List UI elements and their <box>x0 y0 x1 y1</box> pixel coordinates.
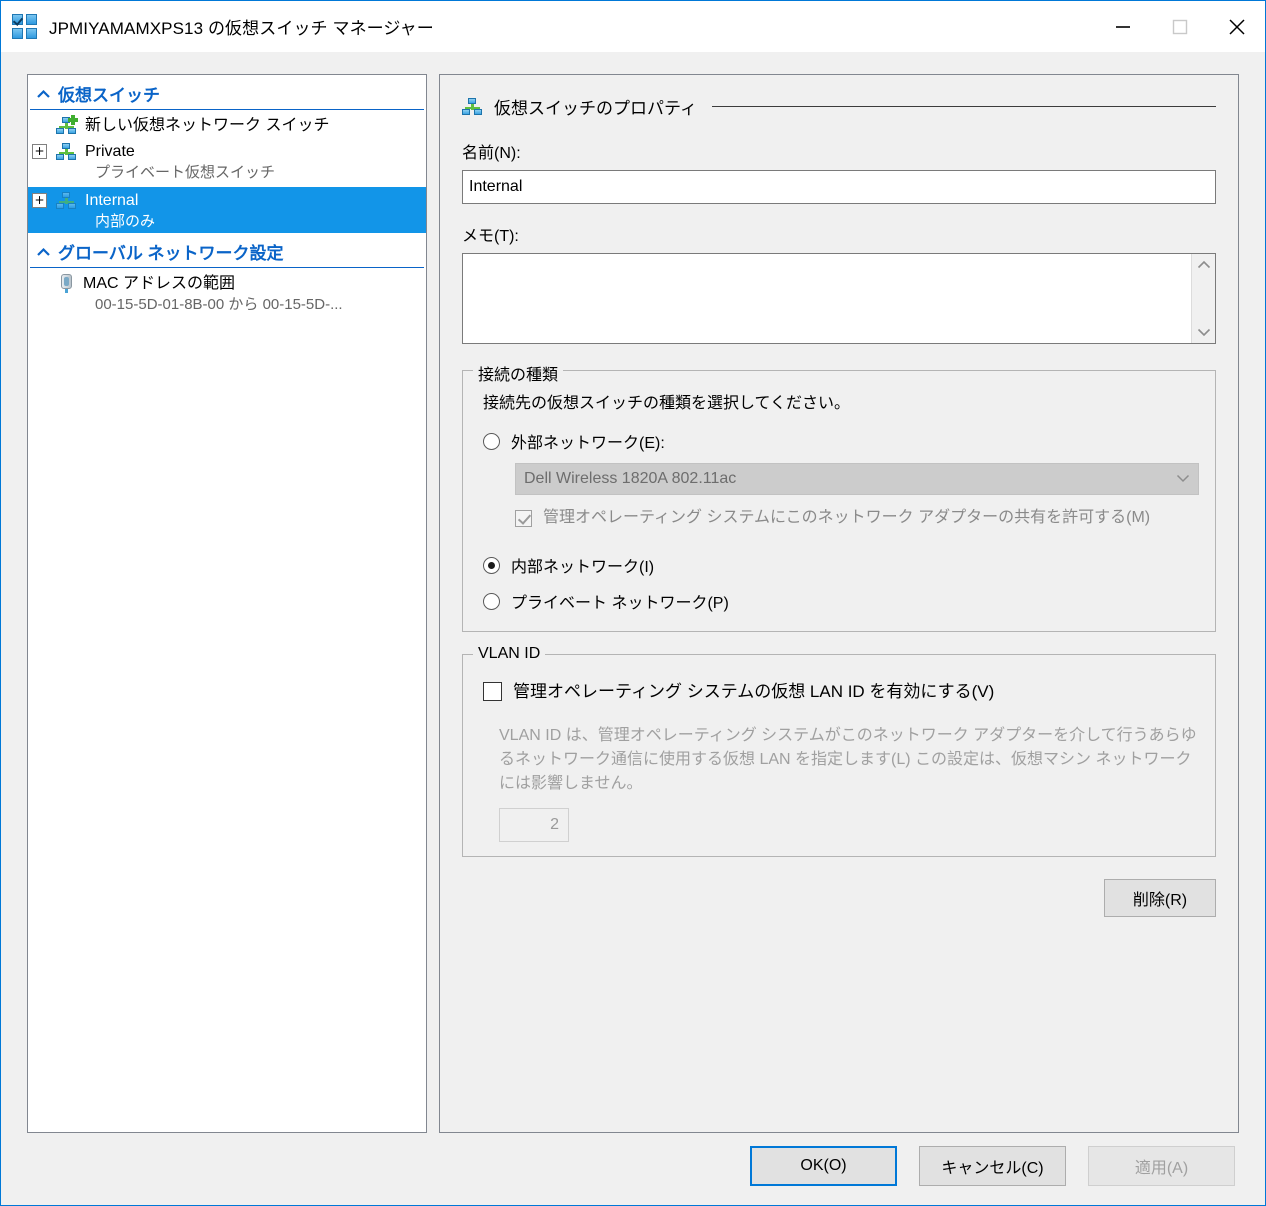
memo-textarea[interactable] <box>462 253 1216 344</box>
tree-section-header-global-network-settings[interactable]: グローバル ネットワーク設定 <box>30 236 424 268</box>
virtual-switch-icon <box>56 192 77 210</box>
virtual-switch-manager-window: JPMIYAMAMXPS13 の仮想スイッチ マネージャー 仮想スイッチ 新しい… <box>0 0 1266 1206</box>
memo-label: メモ(T): <box>462 228 519 245</box>
new-virtual-switch-icon <box>56 115 78 135</box>
window-controls <box>1094 1 1265 52</box>
name-input[interactable] <box>462 170 1216 204</box>
tree-item-label: MAC アドレスの範囲 <box>83 275 236 292</box>
maximize-icon[interactable] <box>1151 1 1208 52</box>
virtual-switch-icon <box>56 143 77 161</box>
tree-item-internal[interactable]: + Internal 内部のみ <box>28 187 426 233</box>
tree-section-header-virtual-switches[interactable]: 仮想スイッチ <box>30 78 424 110</box>
tree-item-subtitle: プライベート仮想スイッチ <box>95 164 276 181</box>
chevron-down-icon <box>1176 470 1190 488</box>
share-adapter-label: 管理オペレーティング システムにこのネットワーク アダプターの共有を許可する(M… <box>543 509 1151 526</box>
network-adapter-value: Dell Wireless 1820A 802.11ac <box>524 470 737 487</box>
ok-button[interactable]: OK(O) <box>750 1146 897 1186</box>
vlan-enable-checkbox-row[interactable]: 管理オペレーティング システムの仮想 LAN ID を有効にする(V) <box>483 677 1199 702</box>
cancel-button[interactable]: キャンセル(C) <box>919 1146 1066 1186</box>
expander-toggle[interactable]: + <box>32 144 47 159</box>
delete-button[interactable]: 削除(R) <box>1104 879 1216 917</box>
memo-scrollbar[interactable] <box>1191 254 1215 343</box>
delete-button-row: 削除(R) <box>462 879 1216 917</box>
title-bar: JPMIYAMAMXPS13 の仮想スイッチ マネージャー <box>1 1 1265 52</box>
mac-address-icon <box>58 274 75 293</box>
radio-private-network[interactable]: プライベート ネットワーク(P) <box>483 589 1199 613</box>
radio-button-icon[interactable] <box>483 592 500 610</box>
name-label: 名前(N): <box>462 145 521 162</box>
expander-toggle[interactable]: + <box>32 193 47 208</box>
share-adapter-checkbox-row[interactable]: 管理オペレーティング システムにこのネットワーク アダプターの共有を許可する(M… <box>515 507 1199 529</box>
tree-item-label: Private <box>85 143 135 160</box>
radio-internal-network[interactable]: 内部ネットワーク(I) <box>483 553 1199 577</box>
radio-external-network[interactable]: 外部ネットワーク(E): <box>483 429 1199 453</box>
chevron-up-icon <box>34 89 52 99</box>
window-title: JPMIYAMAMXPS13 の仮想スイッチ マネージャー <box>49 19 434 38</box>
connection-type-group: 接続の種類 接続先の仮想スイッチの種類を選択してください。 外部ネットワーク(E… <box>462 361 1216 632</box>
tree-item-label: 新しい仮想ネットワーク スイッチ <box>85 117 330 134</box>
radio-label: 外部ネットワーク(E): <box>511 435 665 452</box>
tree-item-new-virtual-switch[interactable]: 新しい仮想ネットワーク スイッチ <box>28 112 426 138</box>
close-icon[interactable] <box>1208 1 1265 52</box>
vlan-id-legend: VLAN ID <box>473 645 546 663</box>
vlan-description: VLAN ID は、管理オペレーティング システムがこのネットワーク アダプター… <box>499 727 1197 792</box>
vlan-enable-label: 管理オペレーティング システムの仮想 LAN ID を有効にする(V) <box>513 682 995 701</box>
scroll-up-icon[interactable] <box>1197 260 1211 269</box>
pane-title: 仮想スイッチのプロパティ <box>494 99 697 118</box>
vlan-id-group: VLAN ID 管理オペレーティング システムの仮想 LAN ID を有効にする… <box>462 645 1216 857</box>
tree-item-label: Internal <box>85 192 139 209</box>
virtual-switch-icon <box>462 97 483 116</box>
pane-header: 仮想スイッチのプロパティ <box>462 94 1216 119</box>
dialog-footer: OK(O) キャンセル(C) 適用(A) <box>1 1133 1265 1205</box>
connection-type-description: 接続先の仮想スイッチの種類を選択してください。 <box>483 395 851 412</box>
vlan-id-input[interactable]: 2 <box>499 808 569 842</box>
network-adapter-dropdown[interactable]: Dell Wireless 1820A 802.11ac <box>515 463 1199 495</box>
tree-item-subtitle: 00-15-5D-01-8B-00 から 00-15-5D-... <box>95 296 343 313</box>
properties-pane: 仮想スイッチのプロパティ 名前(N): メモ(T): 接続 <box>439 74 1239 1133</box>
navigation-tree[interactable]: 仮想スイッチ 新しい仮想ネットワーク スイッチ + Private プライベート… <box>27 74 427 1133</box>
chevron-up-icon <box>34 247 52 257</box>
minimize-icon[interactable] <box>1094 1 1151 52</box>
checkbox-icon[interactable] <box>515 510 532 527</box>
memo-field-wrapper <box>462 253 1216 348</box>
radio-label: プライベート ネットワーク(P) <box>511 595 729 612</box>
virtual-switch-manager-icon <box>12 13 38 40</box>
apply-button[interactable]: 適用(A) <box>1088 1146 1235 1186</box>
tree-item-mac-address-range[interactable]: MAC アドレスの範囲 00-15-5D-01-8B-00 から 00-15-5… <box>28 270 426 316</box>
checkbox-icon[interactable] <box>483 681 502 701</box>
scroll-down-icon[interactable] <box>1197 328 1211 337</box>
header-divider <box>711 106 1216 107</box>
main-content: 仮想スイッチ 新しい仮想ネットワーク スイッチ + Private プライベート… <box>1 52 1265 1133</box>
radio-label: 内部ネットワーク(I) <box>511 559 655 576</box>
radio-button-icon[interactable] <box>483 432 500 450</box>
tree-item-private[interactable]: + Private プライベート仮想スイッチ <box>28 138 426 184</box>
tree-section-title: グローバル ネットワーク設定 <box>58 244 284 263</box>
tree-section-title: 仮想スイッチ <box>58 86 160 105</box>
connection-type-legend: 接続の種類 <box>473 361 564 385</box>
tree-item-subtitle: 内部のみ <box>95 213 156 230</box>
radio-button-icon[interactable] <box>483 556 500 574</box>
